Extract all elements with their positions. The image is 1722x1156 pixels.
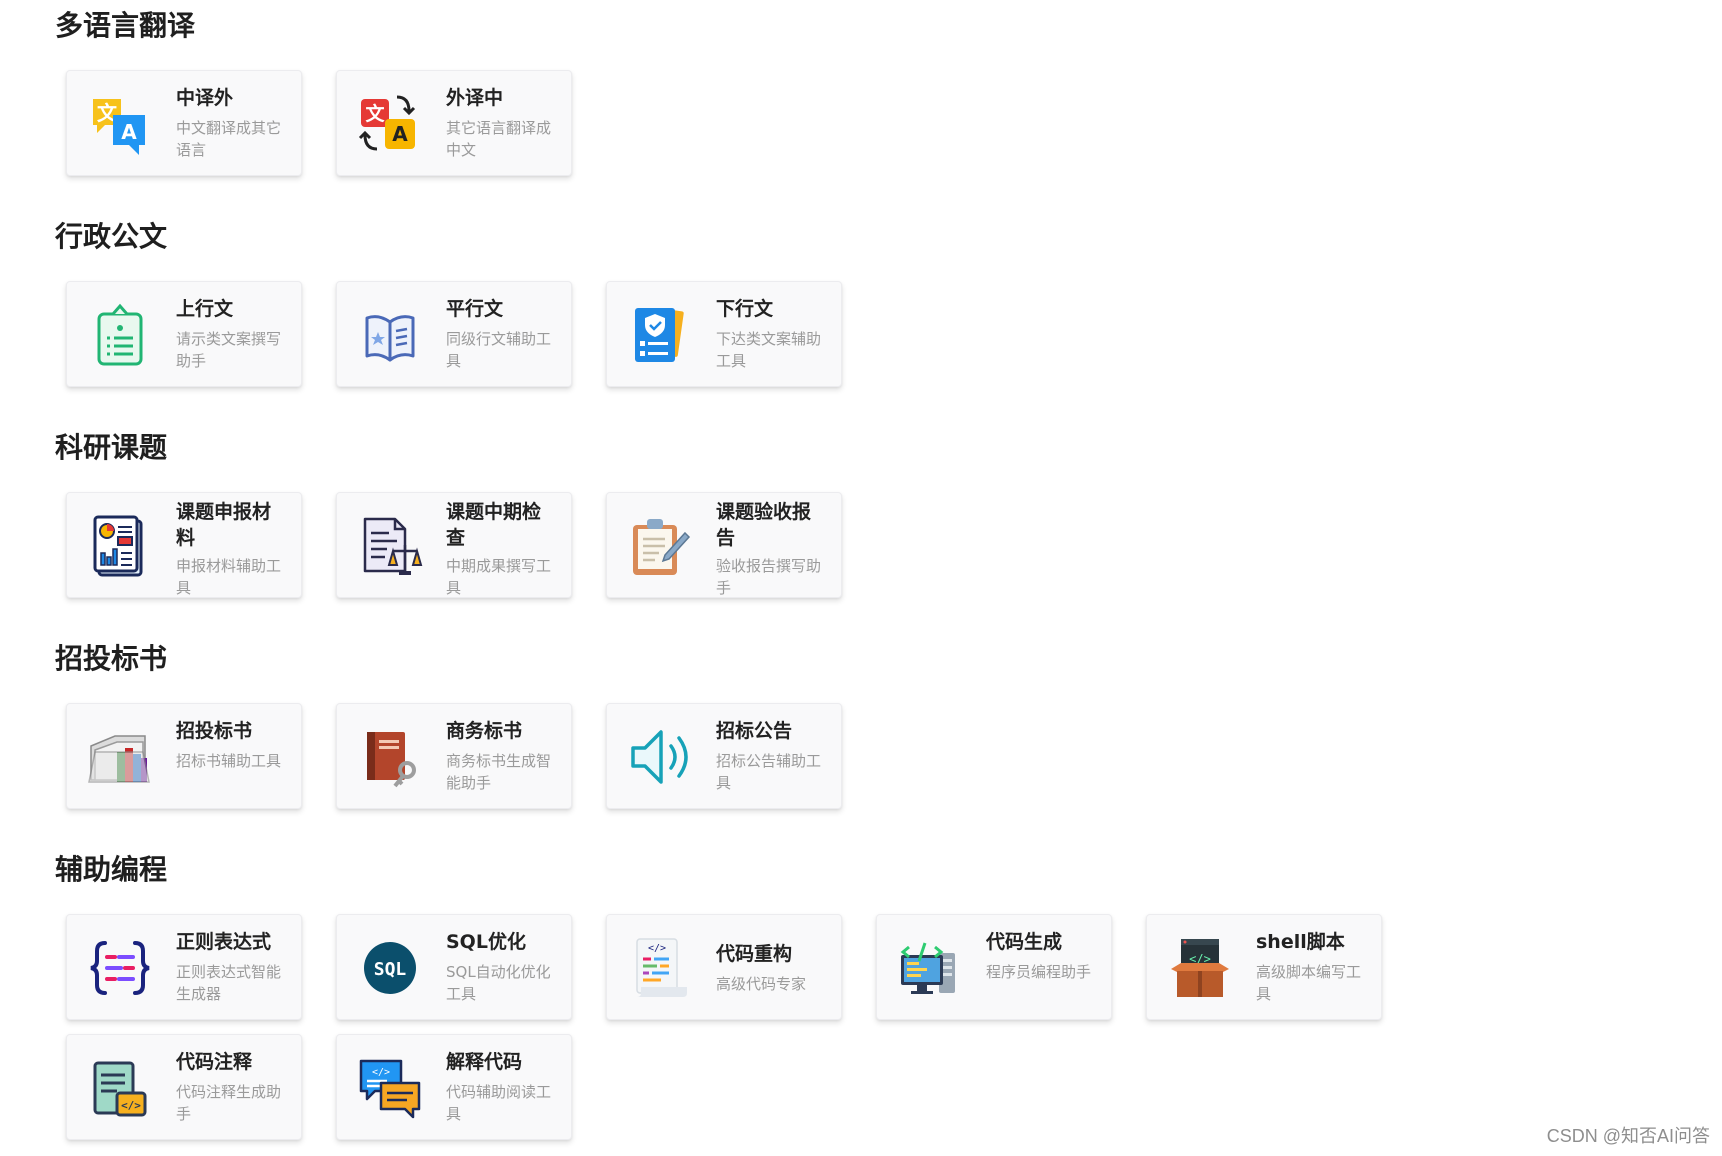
card-zh-to-foreign[interactable]: 文 A 中译外 中文翻译成其它语言 [66,70,302,176]
card-title: 外译中 [446,87,504,109]
code-box-icon: </> [1167,935,1233,1001]
card-title: 招标公告 [716,720,793,742]
book-key-icon [357,724,423,790]
card-title: SQL优化 [446,931,526,953]
card-acceptance-report[interactable]: 课题验收报告 验收报告撰写助手 [606,492,842,598]
section-title: 行政公文 [55,220,168,253]
card-desc: 正则表达式智能生成器 [176,963,282,1003]
tool-directory: 多语言翻译 文 A 中译外 中文翻译成其它语言 文 A 外译中 其它语言翻译成中… [0,0,1722,1156]
card-tender-notice[interactable]: 招标公告 招标公告辅助工具 [606,703,842,809]
card-foreign-to-zh[interactable]: 文 A 外译中 其它语言翻译成中文 [336,70,572,176]
card-desc: 申报材料辅助工具 [176,557,282,597]
card-title: 解释代码 [446,1051,523,1073]
card-project-application[interactable]: 课题申报材料 申报材料辅助工具 [66,492,302,598]
card-title: 代码重构 [716,943,793,965]
card-desc: SQL自动化优化工具 [446,963,551,1003]
card-desc: 同级行文辅助工具 [446,330,552,370]
svg-text:A: A [121,120,137,144]
svg-text:</>: </> [648,943,666,954]
card-parallel-doc[interactable]: 平行文 同级行文辅助工具 [336,281,572,387]
card-desc: 下达类文案辅助工具 [716,330,822,370]
computer-server-icon [897,935,963,1001]
code-note-icon: </> [87,1055,153,1121]
card-code-refactor[interactable]: </> 代码重构 高级代码专家 [606,914,842,1020]
card-desc: 代码注释生成助手 [176,1083,282,1123]
section-title: 招投标书 [55,642,168,675]
card-desc: 高级脚本编写工具 [1256,963,1362,1003]
card-code-generate[interactable]: 代码生成 程序员编程助手 [876,914,1112,1020]
card-title: 平行文 [446,298,504,320]
card-desc: 其它语言翻译成中文 [446,119,552,159]
card-title: 中译外 [176,87,234,109]
section-title: 辅助编程 [55,853,168,886]
card-business-tender[interactable]: 商务标书 商务标书生成智能助手 [336,703,572,809]
card-tender-doc[interactable]: 招投标书 招标书辅助工具 [66,703,302,809]
card-desc: 高级代码专家 [716,975,807,993]
card-desc: 验收报告撰写助手 [716,557,822,597]
card-desc: 中期成果撰写工具 [446,557,552,597]
checklist-shield-icon [627,302,693,368]
open-book-icon [357,302,423,368]
card-title: 招投标书 [176,720,253,742]
card-regex[interactable]: 正则表达式 正则表达式智能生成器 [66,914,302,1020]
card-title: 课题中期检查 [446,501,542,549]
zh-to-foreign-icon: 文 A [87,91,153,157]
code-chat-icon: </> [357,1055,423,1121]
card-title: shell脚本 [1256,931,1345,953]
card-title: 课题申报材料 [176,501,272,549]
card-code-comment[interactable]: </> 代码注释 代码注释生成助手 [66,1034,302,1140]
card-shell-script[interactable]: </> shell脚本 高级脚本编写工具 [1146,914,1382,1020]
svg-text:</>: </> [372,1067,390,1078]
sql-badge-icon: SQL [357,935,423,1001]
card-title: 代码生成 [986,931,1063,953]
card-title: 正则表达式 [176,931,272,953]
svg-text:SQL: SQL [374,959,407,980]
svg-text:A: A [392,122,408,146]
card-title: 商务标书 [446,720,523,742]
speaker-icon [627,724,693,790]
card-midterm-review[interactable]: 课题中期检查 中期成果撰写工具 [336,492,572,598]
section-title: 科研课题 [55,431,168,464]
card-title: 上行文 [176,298,234,320]
card-sql-optimize[interactable]: SQL SQL优化 SQL自动化优化工具 [336,914,572,1020]
clipboard-pen-icon [627,513,693,579]
clipboard-list-icon [87,302,153,368]
svg-text:文: 文 [365,102,385,125]
card-desc: 请示类文案撰写助手 [176,330,282,370]
report-chart-icon [87,513,153,579]
card-desc: 代码辅助阅读工具 [446,1083,552,1123]
code-scroll-icon: </> [627,935,693,1001]
card-desc: 中文翻译成其它语言 [176,119,282,159]
section-title: 多语言翻译 [55,9,196,42]
card-downward-doc[interactable]: 下行文 下达类文案辅助工具 [606,281,842,387]
svg-text:</>: </> [121,1099,141,1112]
folder-books-icon [87,724,153,790]
card-title: 课题验收报告 [716,501,812,549]
card-upward-doc[interactable]: 上行文 请示类文案撰写助手 [66,281,302,387]
foreign-to-zh-icon: 文 A [357,91,423,157]
watermark: CSDN @知否AI问答 [1546,1126,1710,1146]
card-desc: 程序员编程助手 [986,963,1092,981]
card-title: 下行文 [716,298,774,320]
card-explain-code[interactable]: </> 解释代码 代码辅助阅读工具 [336,1034,572,1140]
card-desc: 招标书辅助工具 [176,752,282,770]
card-desc: 招标公告辅助工具 [716,752,822,792]
card-title: 代码注释 [176,1051,253,1073]
card-desc: 商务标书生成智能助手 [446,752,552,792]
document-scale-icon [357,513,423,579]
regex-braces-icon [87,935,153,1001]
